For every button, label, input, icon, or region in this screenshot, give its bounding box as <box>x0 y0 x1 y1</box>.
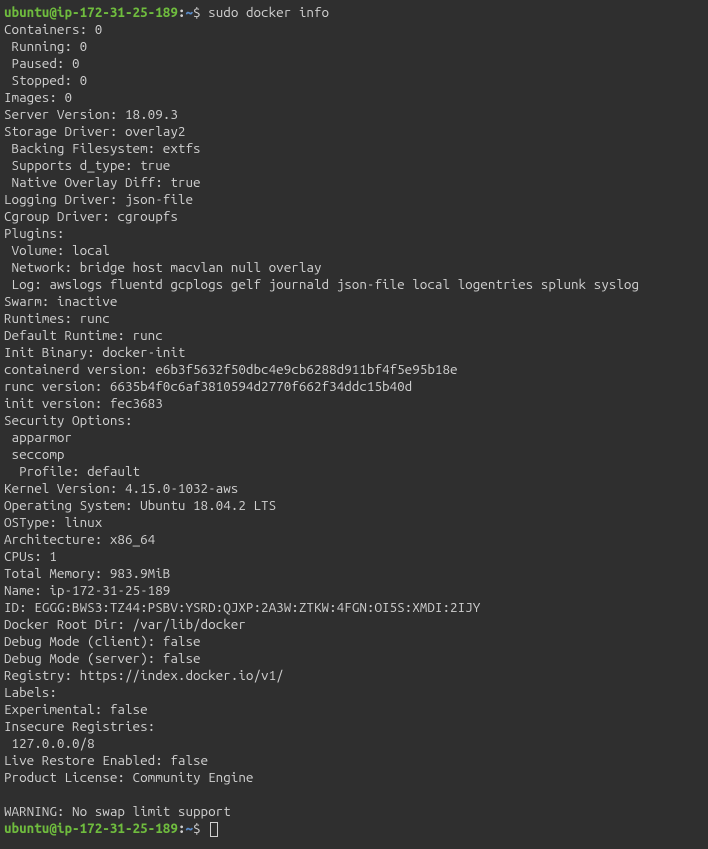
output-line: 127.0.0.0/8 <box>4 735 704 752</box>
output-line: Docker Root Dir: /var/lib/docker <box>4 616 704 633</box>
output-line <box>4 786 704 803</box>
output-line: Containers: 0 <box>4 21 704 38</box>
output-line: runc version: 6635b4f0c6af3810594d2770f6… <box>4 378 704 395</box>
output-line: Operating System: Ubuntu 18.04.2 LTS <box>4 497 704 514</box>
prompt-path: ~ <box>185 820 193 836</box>
terminal[interactable]: ubuntu@ip-172-31-25-189:~$ sudo docker i… <box>4 4 704 837</box>
output-line: Default Runtime: runc <box>4 327 704 344</box>
prompt-path: ~ <box>185 4 193 20</box>
output-line: Name: ip-172-31-25-189 <box>4 582 704 599</box>
output-line: Logging Driver: json-file <box>4 191 704 208</box>
output-line: Debug Mode (client): false <box>4 633 704 650</box>
prompt-user: ubuntu@ip-172-31-25-189 <box>4 820 178 836</box>
output-line: Init Binary: docker-init <box>4 344 704 361</box>
command-text: sudo docker info <box>208 4 329 20</box>
output-line: Server Version: 18.09.3 <box>4 106 704 123</box>
output-line: Product License: Community Engine <box>4 769 704 786</box>
output-line: Total Memory: 983.9MiB <box>4 565 704 582</box>
output-line: Registry: https://index.docker.io/v1/ <box>4 667 704 684</box>
prompt-dollar: $ <box>193 820 208 836</box>
output-line: Network: bridge host macvlan null overla… <box>4 259 704 276</box>
output-line: Runtimes: runc <box>4 310 704 327</box>
prompt-line-2: ubuntu@ip-172-31-25-189:~$ <box>4 820 704 837</box>
output-line: Backing Filesystem: extfs <box>4 140 704 157</box>
output-line: ID: EGGG:BWS3:TZ44:PSBV:YSRD:QJXP:2A3W:Z… <box>4 599 704 616</box>
output-line: seccomp <box>4 446 704 463</box>
output-line: Plugins: <box>4 225 704 242</box>
output-line: Swarm: inactive <box>4 293 704 310</box>
output-line: Experimental: false <box>4 701 704 718</box>
output-line: Images: 0 <box>4 89 704 106</box>
output-line: Running: 0 <box>4 38 704 55</box>
cursor-icon <box>210 822 218 837</box>
output-line: Insecure Registries: <box>4 718 704 735</box>
prompt-line-1: ubuntu@ip-172-31-25-189:~$ sudo docker i… <box>4 4 704 21</box>
output-line: init version: fec3683 <box>4 395 704 412</box>
prompt-user: ubuntu@ip-172-31-25-189 <box>4 4 178 20</box>
output-line: Log: awslogs fluentd gcplogs gelf journa… <box>4 276 704 293</box>
prompt-dollar: $ <box>193 4 208 20</box>
output-line: Live Restore Enabled: false <box>4 752 704 769</box>
output-line: containerd version: e6b3f5632f50dbc4e9cb… <box>4 361 704 378</box>
command-output: Containers: 0 Running: 0 Paused: 0 Stopp… <box>4 21 704 820</box>
output-line: Profile: default <box>4 463 704 480</box>
output-line: Cgroup Driver: cgroupfs <box>4 208 704 225</box>
output-line: Paused: 0 <box>4 55 704 72</box>
output-line: apparmor <box>4 429 704 446</box>
output-line: Security Options: <box>4 412 704 429</box>
output-line: Debug Mode (server): false <box>4 650 704 667</box>
output-line: Architecture: x86_64 <box>4 531 704 548</box>
output-line: CPUs: 1 <box>4 548 704 565</box>
output-line: Native Overlay Diff: true <box>4 174 704 191</box>
output-line: Supports d_type: true <box>4 157 704 174</box>
output-line: Storage Driver: overlay2 <box>4 123 704 140</box>
output-line: OSType: linux <box>4 514 704 531</box>
output-line: Volume: local <box>4 242 704 259</box>
output-line: Labels: <box>4 684 704 701</box>
output-line: Kernel Version: 4.15.0-1032-aws <box>4 480 704 497</box>
output-line: WARNING: No swap limit support <box>4 803 704 820</box>
output-line: Stopped: 0 <box>4 72 704 89</box>
